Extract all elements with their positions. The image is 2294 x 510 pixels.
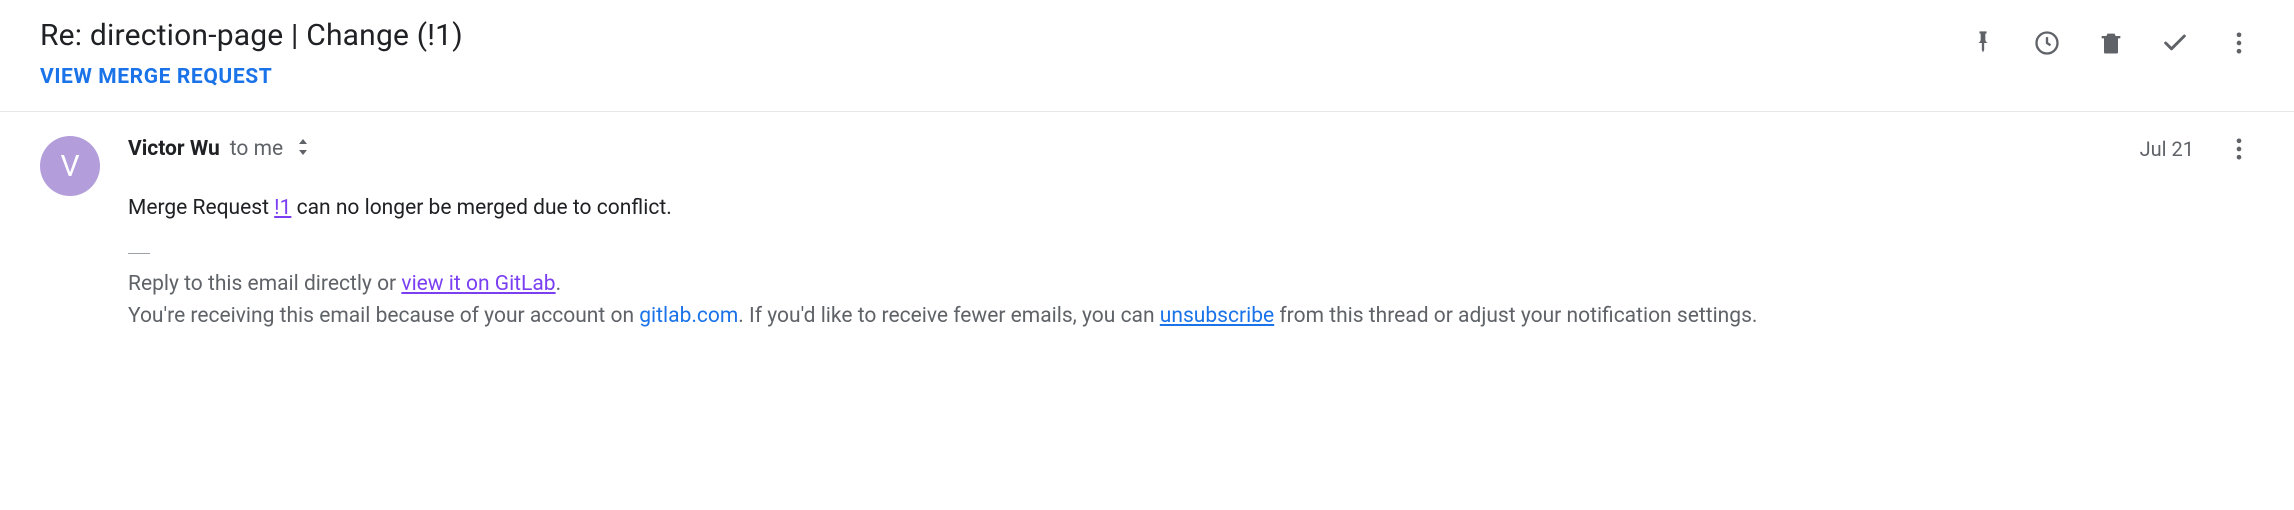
merge-request-link[interactable]: !1 (274, 196, 291, 220)
reply-prefix: Reply to this email directly or (128, 272, 401, 296)
from-line: Victor Wu to me (128, 137, 313, 161)
message-header: Victor Wu to me Jul 21 (128, 134, 2254, 164)
period1: . (556, 272, 562, 296)
message-row: V Victor Wu to me Jul 21 (0, 112, 2294, 363)
unsubscribe-link[interactable]: unsubscribe (1160, 304, 1274, 328)
pin-icon[interactable] (1968, 28, 1998, 58)
receiving-prefix: You're receiving this email because of y… (128, 304, 639, 328)
mark-done-icon[interactable] (2160, 28, 2190, 58)
conflict-line: Merge Request !1 can no longer be merged… (128, 192, 2048, 225)
view-on-gitlab-link[interactable]: view it on GitLab (401, 272, 555, 296)
receiving-mid: . If you'd like to receive fewer emails,… (738, 304, 1160, 328)
snooze-icon[interactable] (2032, 28, 2062, 58)
body-prefix: Merge Request (128, 196, 274, 220)
delete-icon[interactable] (2096, 28, 2126, 58)
header-actions (1968, 18, 2254, 58)
body-suffix: can no longer be merged due to conflict. (291, 196, 671, 220)
email-view: Re: direction-page | Change (!1) VIEW ME… (0, 0, 2294, 363)
subject-wrap: Re: direction-page | Change (!1) VIEW ME… (40, 18, 463, 89)
avatar[interactable]: V (40, 136, 100, 196)
receiving-suffix: from this thread or adjust your notifica… (1274, 304, 1757, 328)
separator-dash (128, 253, 150, 254)
view-merge-request-link[interactable]: VIEW MERGE REQUEST (40, 65, 463, 89)
show-details-icon[interactable] (293, 139, 313, 159)
footer-text: Reply to this email directly or view it … (128, 268, 2048, 333)
message-date: Jul 21 (2140, 137, 2194, 161)
message-body: Merge Request !1 can no longer be merged… (128, 192, 2048, 333)
to-text: to me (230, 137, 283, 161)
email-subject: Re: direction-page | Change (!1) (40, 18, 463, 53)
more-icon[interactable] (2224, 28, 2254, 58)
message-more-icon[interactable] (2224, 134, 2254, 164)
message-meta: Jul 21 (2140, 134, 2254, 164)
message-main: Victor Wu to me Jul 21 Merge Request !1 … (128, 134, 2254, 333)
sender-name: Victor Wu (128, 137, 220, 161)
gitlab-domain-link[interactable]: gitlab.com (639, 304, 738, 328)
email-header: Re: direction-page | Change (!1) VIEW ME… (0, 0, 2294, 112)
